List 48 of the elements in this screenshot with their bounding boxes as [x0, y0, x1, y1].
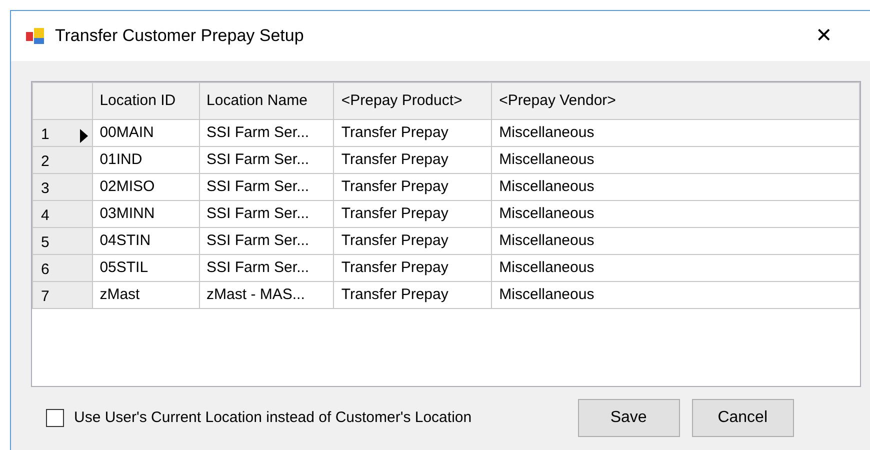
table-cell: 05STIL [92, 254, 200, 282]
column-header[interactable]: <Prepay Product> [334, 82, 492, 120]
table-cell: SSI Farm Ser... [199, 174, 334, 200]
table-cell: Transfer Prepay [334, 228, 492, 254]
checkbox-label: Use User's Current Location instead of Customer's Location [74, 408, 472, 428]
table-cell: Transfer Prepay [334, 120, 492, 146]
save-button[interactable]: Save [578, 399, 680, 437]
close-button[interactable]: ✕ [804, 16, 844, 56]
table-cell: Miscellaneous [492, 282, 860, 308]
table-cell: SSI Farm Ser... [199, 200, 334, 228]
table-cell: 01IND [92, 146, 200, 174]
table-cell: Transfer Prepay [334, 254, 492, 282]
table-cell: SSI Farm Ser... [199, 228, 334, 254]
table-cell: SSI Farm Ser... [199, 146, 334, 174]
table-cell: 04STIN [92, 228, 200, 254]
window-title: Transfer Customer Prepay Setup [55, 25, 304, 48]
row-header[interactable]: 7 [32, 282, 92, 308]
table-cell: zMast - MAS... [199, 282, 334, 308]
table-cell: Miscellaneous [492, 120, 860, 146]
table-cell: zMast [92, 282, 200, 308]
column-header[interactable]: Location Name [199, 82, 334, 120]
table-cell: Transfer Prepay [334, 146, 492, 174]
cancel-button[interactable]: Cancel [692, 399, 794, 437]
app-icon [25, 26, 45, 46]
corner-header [32, 82, 92, 120]
table-cell: Miscellaneous [492, 228, 860, 254]
table-cell: Miscellaneous [492, 254, 860, 282]
column-header[interactable]: Location ID [92, 82, 200, 120]
row-header[interactable]: 2 [32, 146, 92, 174]
row-header[interactable]: 6 [32, 254, 92, 282]
row-header[interactable]: 5 [32, 228, 92, 254]
row-header[interactable]: 3 [32, 174, 92, 200]
table-cell: SSI Farm Ser... [199, 120, 334, 146]
table-cell: SSI Farm Ser... [199, 254, 334, 282]
table-cell: Miscellaneous [492, 200, 860, 228]
column-header[interactable]: <Prepay Vendor> [492, 82, 860, 120]
table-cell: Miscellaneous [492, 146, 860, 174]
table-cell: Transfer Prepay [334, 282, 492, 308]
table-cell: Transfer Prepay [334, 174, 492, 200]
table-cell: 00MAIN [92, 120, 200, 146]
table-cell: Miscellaneous [492, 174, 860, 200]
row-header[interactable]: 1 [32, 120, 92, 146]
table-cell: Transfer Prepay [334, 200, 492, 228]
current-row-icon [80, 129, 88, 143]
table-cell: 02MISO [92, 174, 200, 200]
row-header[interactable]: 4 [32, 200, 92, 228]
table-cell: 03MINN [92, 200, 200, 228]
checkbox[interactable] [46, 409, 64, 427]
